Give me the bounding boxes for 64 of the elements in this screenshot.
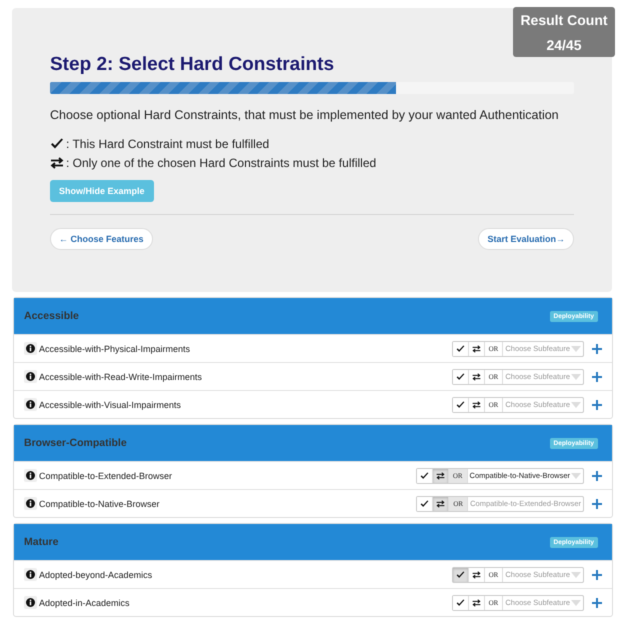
plus-icon[interactable] — [592, 372, 602, 382]
exchange-arrows-icon — [436, 500, 446, 508]
plus-icon[interactable] — [592, 570, 602, 580]
check-icon — [420, 500, 430, 508]
caret-icon — [571, 472, 581, 478]
caret-icon — [571, 600, 581, 606]
choose-features-button[interactable]: ← Choose Features — [50, 228, 153, 250]
plus-icon[interactable] — [592, 598, 602, 608]
or-toggle[interactable] — [433, 496, 450, 510]
exchange-arrows-icon — [50, 156, 64, 168]
constraint-name: Compatible-to-Extended-Browser — [39, 470, 174, 480]
must-toggle[interactable] — [452, 370, 469, 384]
result-count-label: Result Count — [520, 12, 608, 28]
legend-text: : This Hard Constraint must be fulfilled — [66, 136, 270, 150]
info-icon[interactable] — [24, 398, 37, 411]
check-icon — [456, 598, 465, 606]
info-icon[interactable] — [24, 469, 37, 482]
check-icon — [456, 372, 465, 380]
exchange-arrows-icon — [472, 570, 481, 578]
or-toggle[interactable] — [432, 468, 449, 482]
caret-icon — [571, 572, 581, 578]
show-hide-example-button[interactable]: Show/Hide Example — [50, 180, 154, 202]
check-icon — [420, 472, 429, 480]
must-toggle[interactable] — [416, 468, 433, 482]
caret-icon — [571, 346, 581, 352]
step-title: Step 2: Select Hard Constraints — [50, 54, 336, 76]
check-icon — [50, 138, 64, 150]
constraint-name: Accessible-with-Physical-Impairments — [39, 344, 192, 354]
exchange-arrows-icon — [472, 400, 481, 408]
legend-text: : Only one of the chosen Hard Constraints must be fulfilled — [66, 156, 376, 170]
result-count-value: 24/45 — [546, 36, 582, 52]
plus-icon[interactable] — [592, 400, 602, 410]
description-text: Choose optional Hard Constraints, that must be implemented by your wanted Authentication — [50, 108, 560, 122]
info-icon[interactable] — [24, 370, 37, 383]
must-toggle[interactable] — [452, 596, 469, 610]
constraint-name: Compatible-to-Native-Browser — [39, 498, 161, 508]
check-icon — [456, 344, 465, 352]
exchange-arrows-icon — [436, 472, 445, 480]
constraint-name: Accessible-with-Read-Write-Impairments — [39, 372, 203, 382]
check-icon — [456, 400, 465, 408]
plus-icon[interactable] — [592, 470, 602, 480]
exchange-arrows-icon — [472, 598, 481, 606]
info-icon[interactable] — [24, 568, 37, 581]
caret-icon — [571, 402, 581, 408]
must-toggle[interactable] — [417, 496, 434, 510]
check-icon — [456, 570, 465, 578]
info-icon[interactable] — [24, 497, 37, 510]
info-icon[interactable] — [24, 596, 37, 609]
must-toggle[interactable] — [452, 568, 469, 582]
exchange-arrows-icon — [472, 372, 481, 380]
plus-icon[interactable] — [592, 498, 602, 508]
exchange-arrows-icon — [472, 344, 481, 352]
start-evaluation-button[interactable]: Start Evaluation→ — [478, 228, 574, 250]
panel-title: Accessible — [24, 310, 79, 322]
panel-title: Mature — [24, 536, 58, 548]
panel-title: Browser-Compatible — [24, 437, 127, 449]
must-toggle[interactable] — [452, 342, 469, 356]
constraint-name: Adopted-in-Academics — [39, 598, 131, 608]
must-toggle[interactable] — [452, 398, 469, 412]
info-icon[interactable] — [24, 342, 37, 355]
constraint-name: Adopted-beyond-Academics — [39, 570, 154, 580]
constraint-name: Accessible-with-Visual-Impairments — [39, 400, 182, 410]
plus-icon[interactable] — [592, 344, 602, 354]
caret-icon — [571, 374, 581, 380]
